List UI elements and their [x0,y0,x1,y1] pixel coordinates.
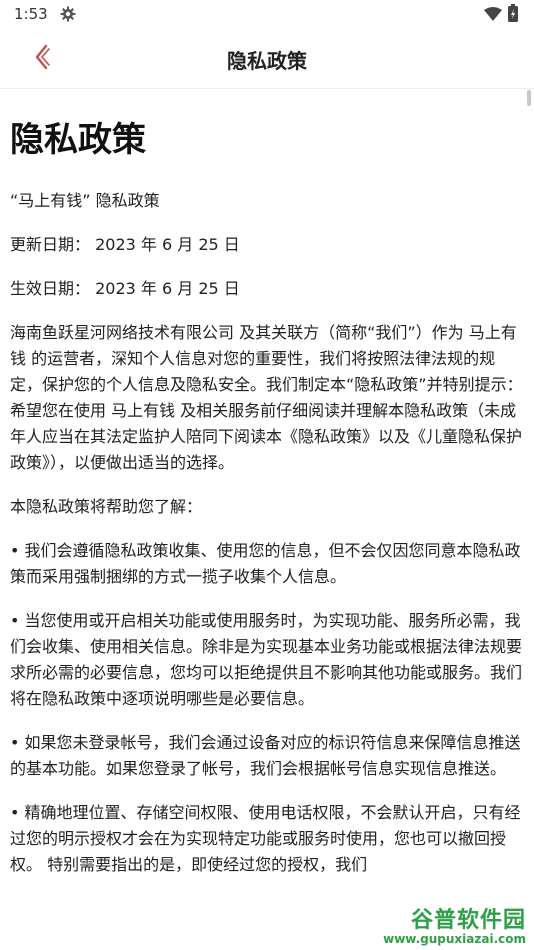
document-content: 隐私政策 “马上有钱” 隐私政策 更新日期： 2023 年 6 月 25 日 生… [10,110,524,896]
app-bar: 隐私政策 [0,30,534,89]
scrollbar[interactable] [527,90,531,106]
page-title: 隐私政策 [227,49,307,73]
effective-date: 生效日期： 2023 年 6 月 25 日 [10,279,240,298]
document-heading: 隐私政策 [10,120,146,160]
watermark: 谷普软件园 www.gupuxiazai.com [383,902,526,946]
wifi-icon [484,7,502,25]
watermark-text: 谷普软件园 [410,908,526,933]
bullet-item: • 当您使用或开启相关功能或使用服务时，为实现功能、服务所必需，我们会收集、使用… [10,611,523,708]
policy-title: “马上有钱” 隐私政策 [10,191,160,210]
bullet-item: • 精确地理位置、存储空间权限、使用电话权限，不会默认开启，只有经过您的明示授权… [10,803,521,874]
gear-icon [60,6,76,22]
summary-lead: 本隐私政策将帮助您了解： [10,497,203,516]
status-time: 1:53 [14,5,48,23]
update-date: 更新日期： 2023 年 6 月 25 日 [10,235,240,254]
watermark-url: www.gupuxiazai.com [383,932,526,946]
status-bar: 1:53 [0,0,534,30]
bullet-item: • 如果您未登录帐号，我们会通过设备对应的标识符信息来保障信息推送的基本功能。如… [10,733,521,778]
intro-paragraph: 海南鱼跃星河网络技术有限公司 及其关联方（简称“我们”）作为 马上有钱 的运营者… [10,323,523,472]
battery-icon [508,4,518,26]
bullet-item: • 我们会遵循隐私政策收集、使用您的信息，但不会仅因您同意本隐私政策而采用强制捆… [10,541,521,586]
